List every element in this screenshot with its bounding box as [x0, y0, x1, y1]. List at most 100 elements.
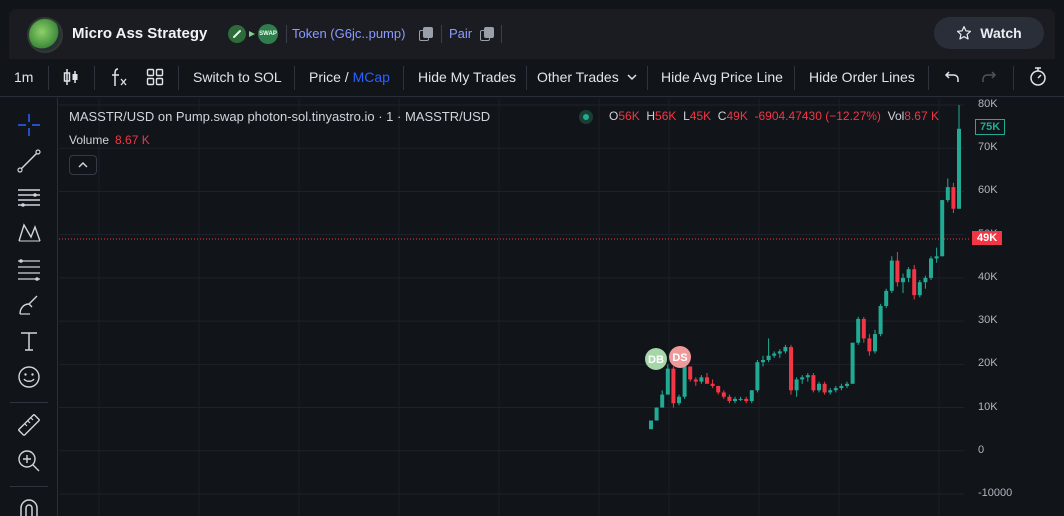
candle: [917, 280, 922, 298]
candles-icon[interactable]: [62, 67, 80, 90]
candle-body: [800, 377, 805, 380]
tool-divider: [10, 486, 48, 487]
candle-body: [772, 353, 777, 356]
candle-body: [805, 375, 810, 378]
hide-my-trades-button[interactable]: Hide My Trades: [418, 69, 516, 85]
watch-button[interactable]: Watch: [934, 17, 1044, 49]
volume-legend-value: 8.67 K: [115, 133, 150, 147]
horizontal-lines-icon[interactable]: [15, 183, 43, 211]
token-link[interactable]: Token (G6jc..pump): [292, 26, 405, 41]
undo-icon[interactable]: [944, 69, 960, 88]
header-divider: [286, 25, 287, 43]
trend-line-icon[interactable]: [15, 147, 43, 175]
interval-button[interactable]: 1m: [14, 69, 33, 85]
price-axis-label: 40K: [978, 270, 998, 283]
candle: [833, 385, 838, 393]
candle: [895, 251, 900, 287]
play-icon: [248, 25, 256, 43]
price-mcap-toggle[interactable]: Price / MCap: [309, 69, 390, 85]
magnet-icon[interactable]: [15, 495, 43, 516]
candle-body: [677, 396, 681, 404]
candle: [828, 388, 833, 395]
candle: [901, 273, 905, 294]
token-logo: [27, 17, 63, 53]
candle-body: [649, 420, 653, 430]
candle-body: [912, 269, 917, 296]
candle-body: [878, 305, 883, 335]
swap-badge-icon: SWAP: [258, 24, 278, 44]
emoji-icon[interactable]: [15, 363, 43, 391]
candle-body: [721, 392, 726, 397]
price-axis-label: 10K: [978, 400, 998, 413]
indicators-icon[interactable]: [110, 66, 130, 93]
copy-pair-icon[interactable]: [480, 27, 494, 41]
chart-canvas[interactable]: DB DS: [59, 98, 1064, 516]
redo-icon[interactable]: [981, 69, 997, 88]
collapse-legend-button[interactable]: [69, 155, 97, 175]
candle: [671, 366, 676, 408]
price-label[interactable]: Price: [309, 69, 341, 85]
price-axis-label: -10000: [978, 487, 1013, 499]
last-close-tag: 49K: [972, 230, 1003, 245]
copy-token-icon[interactable]: [419, 27, 433, 41]
pair-link[interactable]: Pair: [449, 26, 472, 41]
price-chart[interactable]: DB DS MASSTR/USD on Pump.swap photon-sol.…: [59, 98, 1064, 516]
switch-to-sol-button[interactable]: Switch to SOL: [193, 69, 282, 85]
pattern-icon[interactable]: [15, 219, 43, 247]
candle: [845, 381, 849, 389]
volume-legend-label: Volume: [69, 133, 110, 147]
candle: [934, 247, 939, 263]
sell-marker[interactable]: DS: [669, 346, 691, 368]
hide-avg-price-line-button[interactable]: Hide Avg Price Line: [661, 69, 783, 85]
zoom-in-icon[interactable]: [15, 447, 43, 475]
candle-body: [727, 396, 732, 402]
candle-body: [817, 383, 821, 391]
tool-divider: [10, 402, 48, 403]
header-divider: [441, 25, 442, 43]
chevron-down-icon: [627, 74, 637, 81]
price-mcap-separator: /: [344, 69, 349, 85]
header-divider: [501, 25, 502, 43]
candle: [766, 338, 771, 363]
hide-order-lines-button[interactable]: Hide Order Lines: [809, 69, 915, 85]
candle: [822, 381, 827, 395]
fib-retracement-icon[interactable]: [15, 255, 43, 283]
candle-body: [789, 347, 793, 391]
toolbar-divider: [94, 66, 95, 90]
candle: [906, 267, 911, 283]
candle: [649, 420, 653, 430]
buy-marker[interactable]: DB: [645, 348, 667, 370]
candle: [800, 375, 805, 384]
price-axis-label: 70K: [978, 141, 998, 154]
text-tool-icon[interactable]: [15, 327, 43, 355]
candle: [738, 396, 743, 402]
other-trades-dropdown[interactable]: Other Trades: [537, 69, 638, 85]
open-key: O: [609, 109, 619, 123]
quick-search-icon[interactable]: [1028, 66, 1048, 91]
candle: [777, 349, 782, 358]
candle-body: [671, 368, 676, 404]
layout-grid-icon[interactable]: [146, 68, 164, 89]
crosshair-icon[interactable]: [15, 111, 43, 139]
candle: [682, 364, 687, 399]
close-value: 49K: [726, 109, 748, 123]
candle-body: [783, 347, 788, 352]
candle-body: [699, 377, 704, 382]
candle-body: [884, 290, 889, 306]
candle-body: [693, 379, 698, 382]
volume-value: 8.67 K: [904, 109, 939, 123]
candle-body: [766, 355, 771, 361]
candle: [889, 256, 894, 294]
verified-icon: [228, 25, 246, 43]
price-axis-label: 0: [978, 443, 985, 456]
market-status-icon[interactable]: [579, 110, 593, 124]
candle-body: [682, 366, 687, 397]
candle: [811, 372, 816, 393]
candle: [744, 396, 749, 404]
mcap-label[interactable]: MCap: [353, 69, 390, 85]
candle-body: [688, 366, 693, 380]
brush-icon[interactable]: [15, 291, 43, 319]
ruler-icon[interactable]: [15, 411, 43, 439]
drawing-toolbar: [0, 98, 58, 516]
candle: [693, 377, 698, 386]
